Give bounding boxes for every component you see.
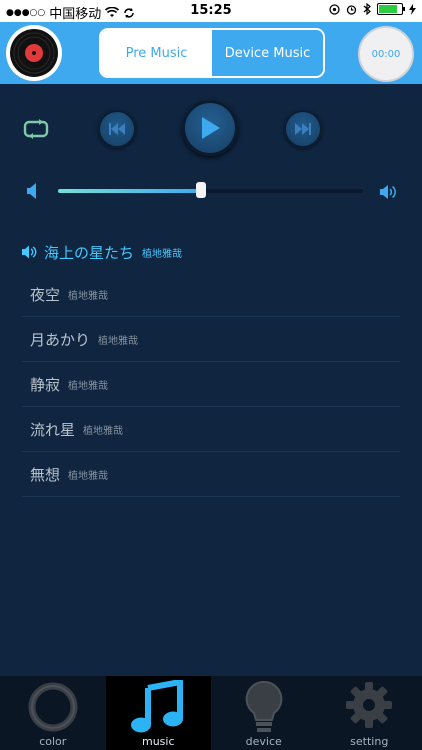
tab-music[interactable]: music	[105, 676, 211, 750]
timer-label: 00:00	[371, 48, 401, 60]
list-item[interactable]: 流れ星 植地雅哉	[22, 407, 400, 452]
battery-icon	[377, 3, 405, 15]
device-music-tab[interactable]: Device Music	[212, 30, 323, 76]
tab-color[interactable]: color	[0, 676, 106, 750]
list-item[interactable]: 夜空 植地雅哉	[22, 272, 400, 317]
play-icon	[202, 117, 220, 139]
list-item[interactable]: 無想 植地雅哉	[22, 452, 400, 497]
previous-icon	[109, 123, 125, 135]
play-button[interactable]	[182, 100, 238, 156]
track-title: 流れ星	[30, 420, 76, 439]
volume-slider-fill	[58, 189, 202, 193]
list-item[interactable]: 海上の星たち 植地雅哉	[22, 232, 400, 272]
tab-label: color	[39, 735, 67, 748]
track-title: 月あかり	[30, 330, 91, 349]
track-artist: 植地雅哉	[98, 335, 139, 347]
now-playing-speaker-icon	[22, 245, 37, 259]
charging-icon	[409, 3, 416, 15]
light-bulb-icon	[245, 680, 283, 732]
repeat-button[interactable]	[22, 118, 50, 140]
volume-slider[interactable]	[58, 182, 363, 198]
track-title: 静寂	[30, 375, 61, 394]
track-artist: 植地雅哉	[68, 380, 109, 392]
volume-low-icon	[27, 183, 36, 199]
next-track-button[interactable]	[284, 110, 322, 148]
alarm-icon	[346, 4, 357, 15]
list-item[interactable]: 静寂 植地雅哉	[22, 362, 400, 407]
list-item[interactable]: 月あかり 植地雅哉	[22, 317, 400, 362]
tab-label: music	[141, 735, 175, 748]
tab-setting[interactable]: setting	[317, 676, 422, 750]
playlist: 海上の星たち 植地雅哉 夜空 植地雅哉 月あかり 植地雅哉 静寂 植地雅哉 流れ…	[22, 232, 400, 497]
track-title: 海上の星たち	[44, 243, 135, 262]
app-header: Pre Music Device Music 00:00	[0, 22, 422, 84]
pre-music-tab[interactable]: Pre Music	[101, 30, 212, 76]
track-artist: 植地雅哉	[68, 470, 109, 482]
tab-device[interactable]: device	[211, 676, 317, 750]
track-title: 夜空	[30, 285, 61, 304]
repeat-icon	[23, 119, 49, 139]
tab-bar: color music device setting	[0, 676, 422, 750]
tab-label: device	[245, 735, 282, 748]
timer-button[interactable]: 00:00	[358, 26, 414, 82]
track-artist: 植地雅哉	[83, 425, 124, 437]
gear-icon	[346, 682, 393, 728]
color-ring-icon	[28, 682, 78, 732]
track-artist: 植地雅哉	[142, 248, 183, 260]
volume-high-icon	[380, 185, 396, 199]
volume-slider-thumb[interactable]	[196, 182, 207, 198]
vinyl-disc-icon[interactable]	[6, 25, 62, 81]
status-bar: ●●●○○ 中国移动 15:25	[0, 0, 422, 22]
bluetooth-icon	[363, 3, 371, 15]
next-icon	[295, 123, 311, 135]
location-lock-icon	[329, 3, 340, 15]
track-artist: 植地雅哉	[68, 290, 109, 302]
tab-label: setting	[350, 735, 389, 748]
music-source-toggle: Pre Music Device Music	[99, 28, 325, 78]
track-title: 無想	[30, 465, 61, 484]
music-note-icon	[131, 680, 184, 733]
previous-track-button[interactable]	[98, 110, 136, 148]
